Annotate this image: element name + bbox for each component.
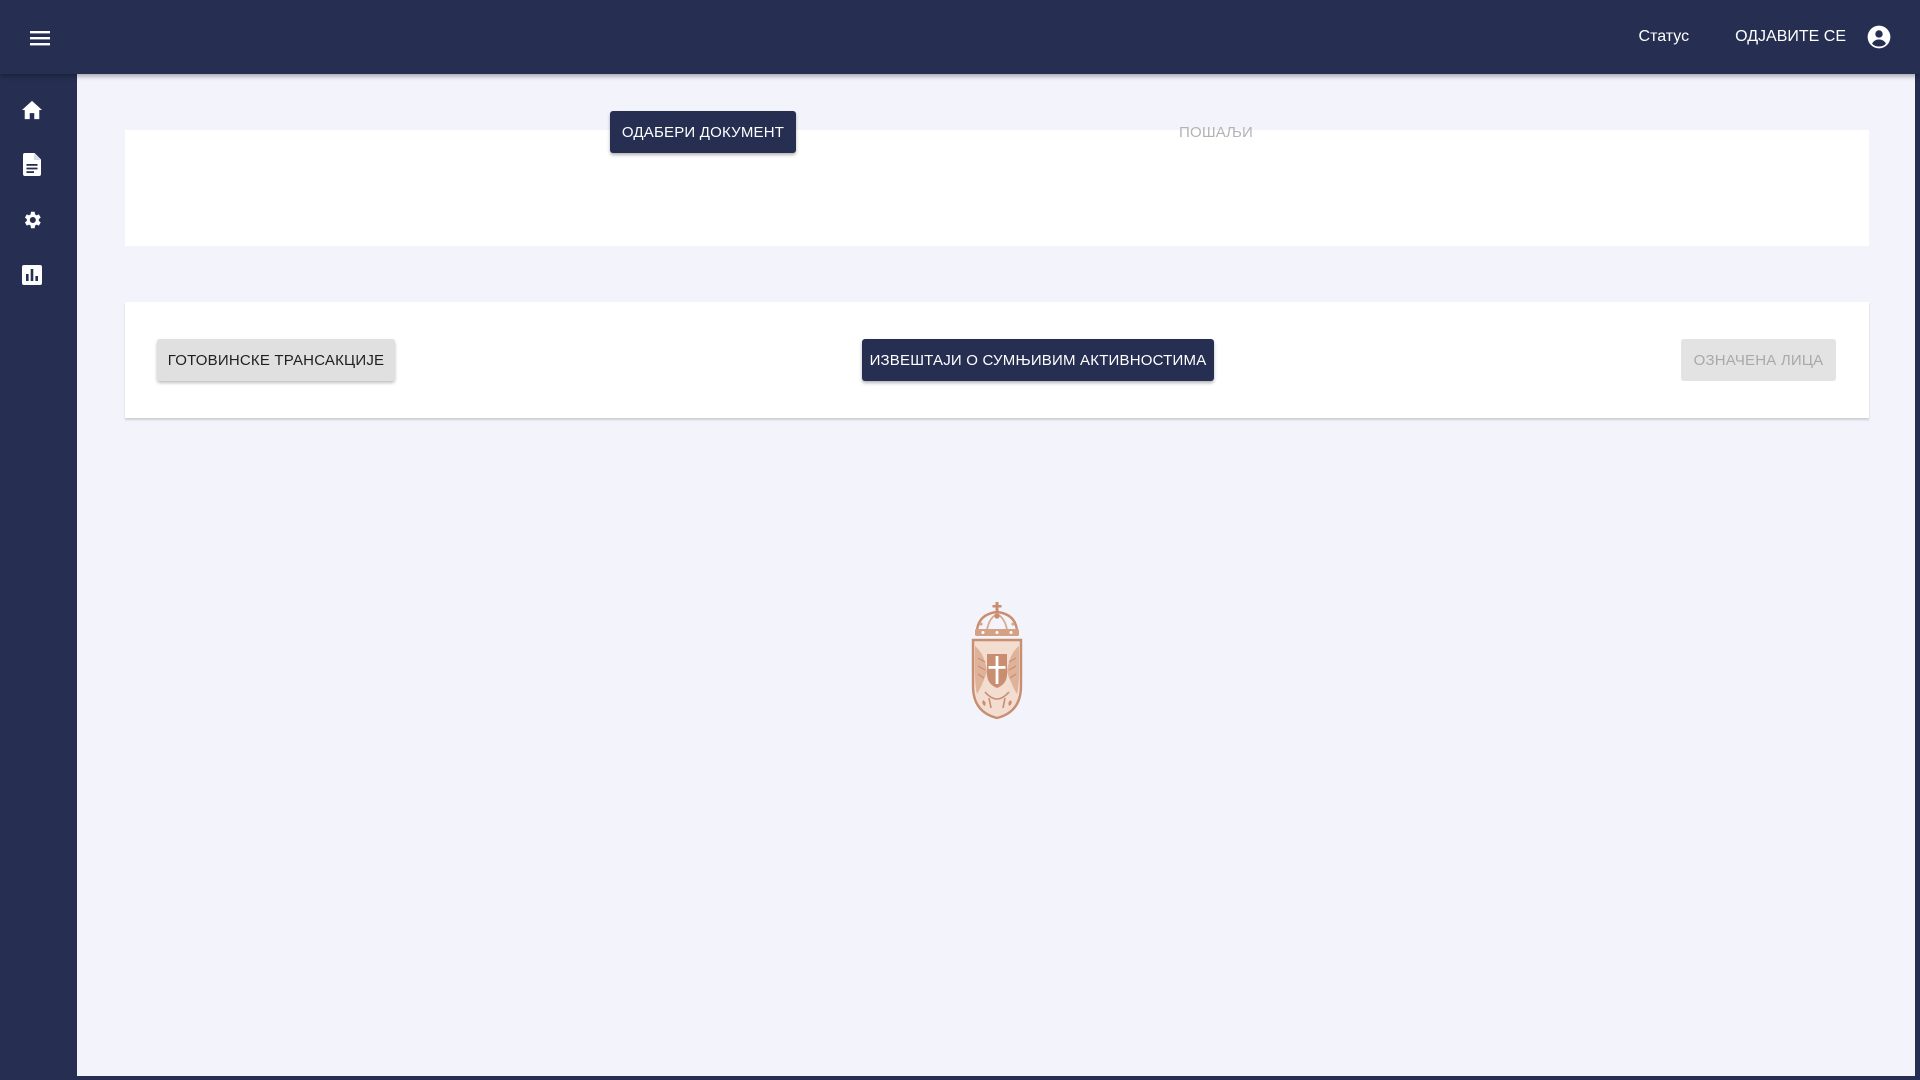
bar-chart-icon	[22, 264, 42, 290]
coat-of-arms-icon	[969, 602, 1025, 720]
document-icon	[23, 153, 41, 181]
designated-persons-button[interactable]: ОЗНАЧЕНА ЛИЦА	[1681, 339, 1836, 381]
main-content: ОДАБЕРИ ДОКУМЕНТ ПОШАЉИ ГОТОВИНСКЕ ТРАНС…	[77, 74, 1915, 1076]
app-window: Статус ОДЈАВИТЕ СЕ ОДАБЕРИ ДОКУМЕНТ ПОША…	[0, 0, 1920, 1080]
menu-icon[interactable]	[24, 24, 56, 52]
logout-button[interactable]: ОДЈАВИТЕ СЕ	[1735, 28, 1846, 46]
account-circle-icon[interactable]	[1866, 24, 1892, 50]
select-document-button[interactable]: ОДАБЕРИ ДОКУМЕНТ	[610, 111, 796, 153]
topbar-actions: Статус ОДЈАВИТЕ СЕ	[1639, 0, 1892, 74]
report-tabs-card: ГОТОВИНСКЕ ТРАНСАКЦИЈЕ ИЗВЕШТАЈИ О СУМЊИ…	[125, 302, 1869, 418]
gear-icon	[21, 209, 43, 236]
sidebar-item-home[interactable]	[18, 98, 46, 126]
sidebar-item-reports[interactable]	[18, 263, 46, 291]
sidebar-item-documents[interactable]	[18, 153, 46, 181]
upload-card: ОДАБЕРИ ДОКУМЕНТ ПОШАЉИ	[125, 111, 1869, 246]
sidebar-nav	[0, 74, 77, 1080]
cash-transactions-button[interactable]: ГОТОВИНСКЕ ТРАНСАКЦИЈЕ	[157, 339, 395, 381]
suspicious-activity-reports-button[interactable]: ИЗВЕШТАЈИ О СУМЊИВИМ АКТИВНОСТИМА	[862, 339, 1214, 381]
status-link[interactable]: Статус	[1639, 28, 1690, 46]
home-icon	[21, 100, 43, 125]
top-app-bar: Статус ОДЈАВИТЕ СЕ	[0, 0, 1920, 74]
send-button[interactable]: ПОШАЉИ	[1170, 111, 1262, 153]
sidebar-item-settings[interactable]	[18, 208, 46, 236]
